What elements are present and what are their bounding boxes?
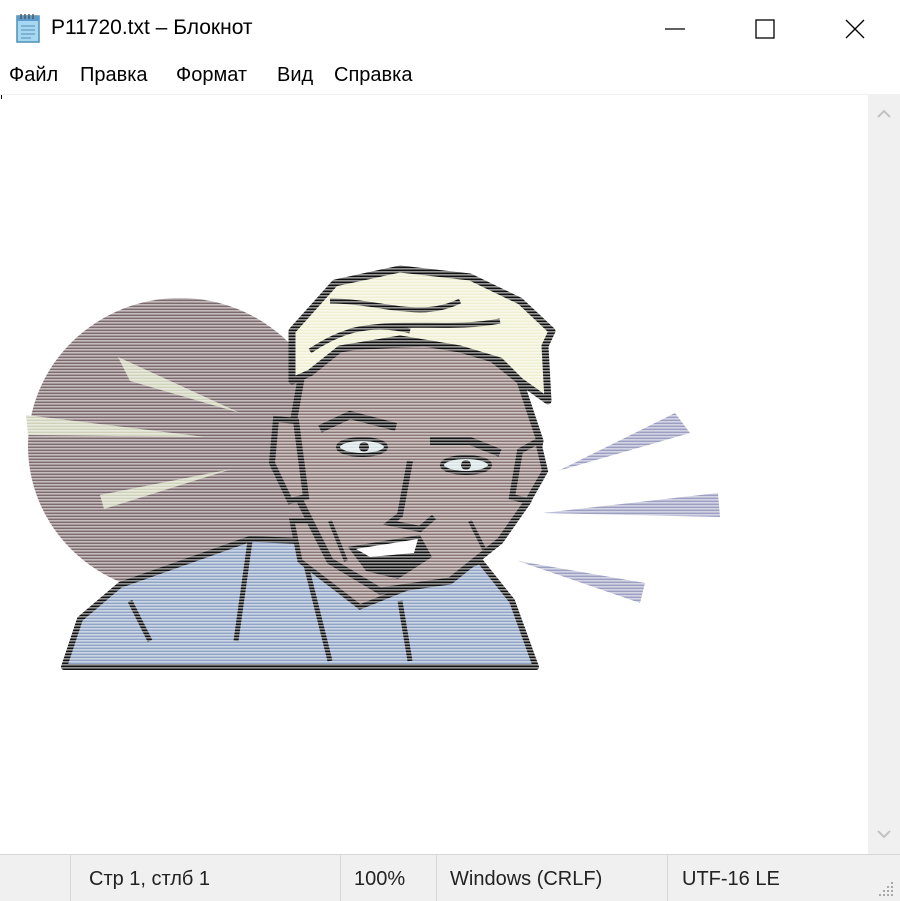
scroll-down-arrow[interactable]	[874, 824, 894, 844]
notepad-icon	[14, 12, 44, 44]
maximize-button[interactable]	[720, 0, 810, 58]
minimize-button[interactable]	[630, 0, 720, 58]
status-separator	[70, 855, 71, 901]
maximize-icon	[755, 19, 775, 39]
menu-file[interactable]: Файл	[8, 64, 59, 87]
status-bar: Стр 1, стлб 1 100% Windows (CRLF) UTF-16…	[0, 854, 900, 901]
menu-help[interactable]: Справка	[333, 64, 413, 87]
resize-grip-icon[interactable]	[876, 879, 896, 899]
ascii-art-illustration	[0, 95, 868, 855]
menu-format[interactable]: Формат	[175, 64, 248, 87]
menu-bar: Файл Правка Формат Вид Справка	[0, 58, 900, 94]
close-button[interactable]	[810, 0, 900, 58]
encoding: UTF-16 LE	[682, 868, 780, 890]
chevron-up-icon	[877, 109, 891, 118]
line-endings: Windows (CRLF)	[450, 868, 603, 890]
status-separator	[340, 855, 341, 901]
close-icon	[845, 19, 865, 39]
scroll-up-arrow[interactable]	[874, 104, 894, 124]
chevron-down-icon	[877, 830, 891, 839]
minimize-icon	[665, 28, 685, 30]
text-caret	[1, 95, 2, 99]
menu-view[interactable]: Вид	[276, 64, 314, 87]
text-editor[interactable]	[0, 94, 868, 855]
status-separator	[667, 855, 668, 901]
window-title: P11720.txt – Блокнот	[51, 16, 253, 39]
cursor-position: Стр 1, стлб 1	[89, 868, 211, 890]
menu-edit[interactable]: Правка	[79, 64, 149, 87]
vertical-scrollbar[interactable]	[868, 94, 900, 854]
title-bar[interactable]: P11720.txt – Блокнот	[0, 0, 900, 58]
zoom-level: 100%	[354, 868, 406, 890]
status-separator	[436, 855, 437, 901]
